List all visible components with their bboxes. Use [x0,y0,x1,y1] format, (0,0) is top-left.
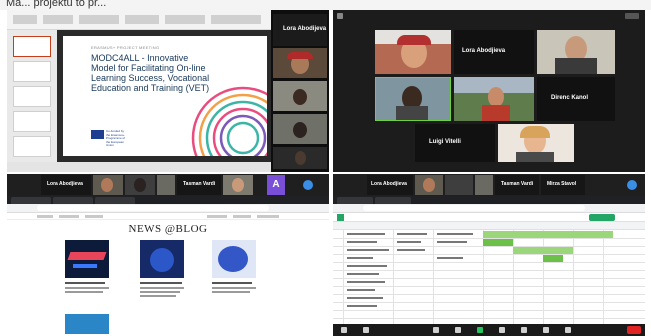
participant-tile[interactable]: Tasman Vardi [495,175,539,195]
page-title: NEWS @BLOG [128,223,208,235]
meeting-screenshot-powerpoint-share: ERASMUS+ PROJECT MEETING MODC4ALL - Inno… [7,10,329,172]
zoom-more-icon[interactable] [627,180,637,190]
more-icon[interactable] [565,327,571,333]
zoom-meeting-controls [333,324,645,336]
participant-name: Tasman Vardi [501,181,534,187]
participant-sidebar: Lora Abodijeva [271,10,329,172]
microphone-icon[interactable] [341,327,347,333]
website-nav[interactable] [7,213,329,220]
eu-cofunded-text: Co-funded by the Erasmus+ Programme of t… [106,129,126,147]
participant-tile[interactable]: Lora Abodjieva [454,30,534,74]
decorative-rings-icon [191,86,267,156]
blog-card-image[interactable] [140,240,184,278]
participants-icon[interactable] [433,327,439,333]
participant-name: Lora Abodjieva [462,48,506,54]
participant-video-tile[interactable] [445,175,473,195]
apps-icon[interactable] [543,327,549,333]
participant-tile[interactable]: Lora Abodjieva [41,175,91,195]
zoom-top-bar [333,10,645,22]
top-cropped-caption: Ma... projektu to pr... [6,0,107,9]
zoom-bottom-bar [333,162,645,172]
powerpoint-ribbon[interactable] [7,10,271,30]
participant-video-tile[interactable] [375,30,451,74]
participant-video-tile[interactable] [273,114,327,144]
participant-tile[interactable]: Lora Abodijeva [273,14,327,46]
video-camera-icon[interactable] [363,327,369,333]
browser-tab-bar[interactable] [7,196,329,204]
participant-video-tile[interactable] [157,175,175,195]
eu-flag-icon [91,130,104,139]
reactions-icon[interactable] [521,327,527,333]
browser-address-bar[interactable] [333,204,645,213]
participant-tile[interactable]: Mirza Stavol [541,175,585,195]
participant-name: Mirza Stavol [547,181,577,187]
blog-card-image[interactable] [65,240,109,278]
participant-video-tile[interactable] [475,175,493,195]
participant-strip: Lora Abodjieva Tasman Vardi Mirza Stavol [333,174,645,196]
sheets-menu-bar[interactable] [333,213,645,222]
participant-name: Lora Abodjieva [47,181,83,187]
slide-thumbnail[interactable] [13,136,51,157]
powerpoint-status-bar [7,162,271,172]
participant-video-tile[interactable] [223,175,253,195]
blog-card-image[interactable] [65,314,109,334]
participant-tile[interactable]: Direnc Kanol [537,77,615,121]
participant-video-tile[interactable] [125,175,155,195]
record-icon[interactable] [499,327,505,333]
participant-video-tile[interactable] [454,77,534,121]
meeting-screenshot-website-share: Lora Abodjieva Tasman Vardi A NEWS @BLOG [7,174,329,336]
end-meeting-button[interactable] [627,326,641,334]
view-toggle-icon[interactable] [625,13,639,19]
slide-thumbnail[interactable] [13,36,51,57]
browser-window: NEWS @BLOG [7,196,329,336]
meeting-screenshot-spreadsheet-share: Lora Abodjieva Tasman Vardi Mirza Stavol [333,174,645,336]
slide-thumbnail[interactable] [13,111,51,132]
chat-icon[interactable] [455,327,461,333]
browser-tab-bar[interactable] [333,196,645,204]
meeting-screenshot-gallery-view: Lora Abodjieva Direnc Kanol Luigi Vitell… [333,10,645,172]
participant-name: Lora Abodjieva [371,181,407,187]
participant-video-tile-active-speaker[interactable] [375,77,451,121]
participant-name: Direnc Kanol [551,95,589,101]
slide-thumbnails-pane[interactable] [7,30,57,162]
share-button[interactable] [589,214,615,221]
participant-video-tile[interactable] [273,81,327,111]
participant-tile[interactable]: Tasman Vardi [177,175,221,195]
slide-kicker: ERASMUS+ PROJECT MEETING [91,45,160,50]
browser-address-bar[interactable] [7,204,329,213]
zoom-more-icon[interactable] [303,180,313,190]
participant-video-tile[interactable] [498,124,574,162]
share-screen-icon[interactable] [477,327,483,333]
security-shield-icon[interactable] [337,13,343,19]
blog-card-image[interactable] [212,240,256,278]
participant-avatar[interactable]: A [267,175,285,195]
participant-video-tile[interactable] [273,48,327,78]
participant-video-tile[interactable] [415,175,443,195]
participant-strip: Lora Abodjieva Tasman Vardi A [7,174,329,196]
sheets-toolbar[interactable] [333,222,645,230]
participant-video-tile[interactable] [273,147,327,169]
top-cropped-text: Ma... projektu to pr... [0,0,651,10]
spreadsheet-grid[interactable] [333,230,645,336]
participant-video-tile[interactable] [537,30,615,74]
presentation-slide: ERASMUS+ PROJECT MEETING MODC4ALL - Inno… [63,36,267,156]
slide-thumbnail[interactable] [13,86,51,107]
participant-name: Lora Abodijeva [283,26,327,32]
participant-tile[interactable]: Lora Abodjieva [367,175,413,195]
participant-tile[interactable]: Luigi Vitelli [415,124,495,162]
sheets-logo-icon [337,214,344,221]
participant-name: Luigi Vitelli [429,139,461,145]
spreadsheet-window [333,196,645,336]
participant-video-tile[interactable] [93,175,123,195]
participant-name: Tasman Vardi [183,181,216,187]
slide-thumbnail[interactable] [13,61,51,82]
